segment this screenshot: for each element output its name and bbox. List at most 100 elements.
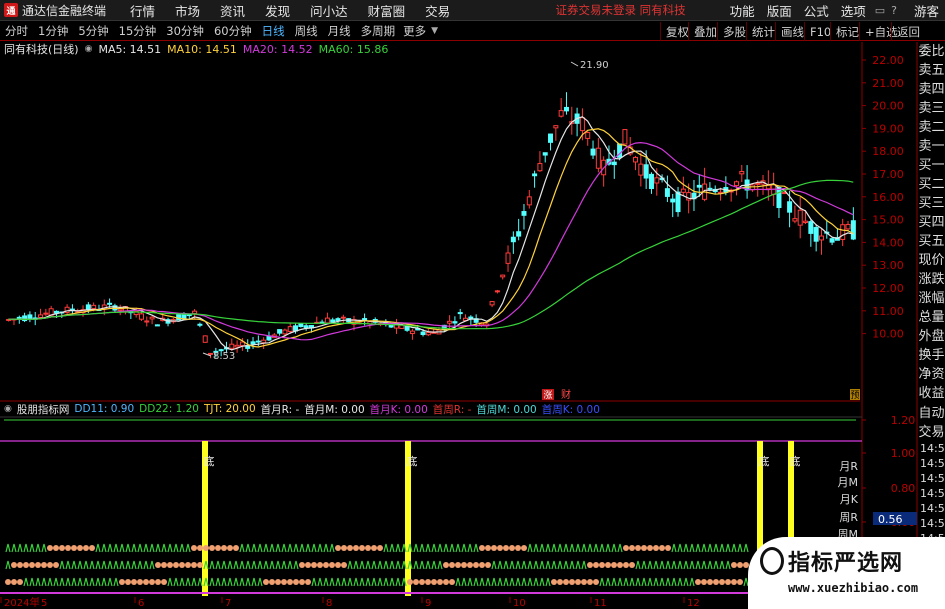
signal-dot (131, 579, 137, 585)
signal-tick (239, 560, 245, 570)
menu-item-news[interactable]: 资讯 (220, 1, 245, 20)
signal-tick (683, 543, 689, 553)
period-weekly[interactable]: 周线 (295, 23, 318, 39)
candle-body (64, 306, 70, 313)
menu-item-layout[interactable]: 版面 (767, 1, 792, 20)
menu-item-function[interactable]: 功能 (730, 1, 755, 20)
signal-tick (575, 560, 581, 570)
stock-terminal-window: { "menubar": { "app_title": "通达信金融终端", "… (0, 0, 945, 609)
signal-dot (299, 562, 305, 568)
menu-item-trade[interactable]: 交易 (425, 1, 450, 20)
candle-body (728, 189, 734, 193)
signal-dot (503, 545, 509, 551)
quote-label-15: 外盘 (918, 329, 945, 344)
signal-dot (707, 579, 713, 585)
candle-body (303, 325, 309, 329)
period-more[interactable]: 更多 (403, 23, 426, 39)
candle-body (133, 310, 139, 316)
candle-body (277, 329, 283, 334)
quote-label-3: 卖三 (918, 101, 945, 116)
candle-body (6, 318, 12, 321)
signal-tick (5, 560, 11, 570)
period-daily[interactable]: 日线 (262, 23, 285, 39)
auto-trade-label-0[interactable]: 自动 (918, 404, 945, 423)
period-15min[interactable]: 15分钟 (119, 23, 157, 39)
help-icon[interactable]: ? (891, 4, 897, 17)
indicator-toggle-icon-2[interactable]: ◉ (4, 404, 12, 414)
signal-tick (557, 543, 563, 553)
candle-body (11, 318, 17, 321)
indicator-name[interactable]: 股朋指标网 (17, 402, 70, 417)
quote-panel-2: 自动 交易 (918, 404, 945, 442)
signal-tick (323, 577, 329, 587)
candle-body (548, 133, 554, 143)
period-intraday[interactable]: 分时 (5, 23, 28, 39)
signal-dot (611, 562, 617, 568)
signal-tick (29, 577, 35, 587)
signal-tick (203, 577, 209, 587)
candle-body (378, 323, 384, 326)
signal-tick (671, 577, 677, 587)
signal-dot (737, 562, 743, 568)
candle-body (75, 311, 81, 314)
auto-trade-label-1[interactable]: 交易 (918, 423, 945, 442)
candle-body (138, 313, 144, 320)
menu-item-discover[interactable]: 发现 (265, 1, 290, 20)
menu-item-quotes[interactable]: 行情 (130, 1, 155, 20)
indicator-toggle-icon[interactable]: ◉ (85, 44, 93, 54)
time-label-5: 14:56 (920, 517, 945, 530)
more-dropdown-icon[interactable]: ▼ (431, 26, 438, 36)
signal-tick (593, 543, 599, 553)
signal-tick (263, 543, 269, 553)
stock-label[interactable]: 同有科技(日线) (4, 41, 79, 57)
signal-dot (443, 579, 449, 585)
menu-item-formula[interactable]: 公式 (804, 1, 829, 20)
signal-dot (23, 562, 29, 568)
user-label[interactable]: 游客 (914, 1, 939, 20)
signal-tick (395, 560, 401, 570)
signal-tick (683, 577, 689, 587)
menu-item-options[interactable]: 选项 (841, 1, 866, 20)
signal-tick (587, 543, 593, 553)
signal-dot (443, 562, 449, 568)
signal-tick (743, 543, 749, 553)
x-axis-label: 7 (225, 598, 231, 609)
period-60min[interactable]: 60分钟 (214, 23, 252, 39)
signal-tick (509, 560, 515, 570)
signal-tick (533, 577, 539, 587)
signal-tick (263, 560, 269, 570)
signal-tick (71, 577, 77, 587)
signal-tick (167, 543, 173, 553)
signal-tick (353, 577, 359, 587)
candle-body (271, 334, 277, 339)
signal-tick (521, 577, 527, 587)
period-30min[interactable]: 30分钟 (166, 23, 204, 39)
period-monthly[interactable]: 月线 (328, 23, 351, 39)
quote-label-4: 卖二 (918, 120, 945, 135)
period-1min[interactable]: 1分钟 (38, 23, 68, 39)
signal-tick (677, 543, 683, 553)
candle-body (478, 322, 484, 326)
signal-dot (305, 562, 311, 568)
candle-body (840, 224, 846, 240)
ma5-line (8, 116, 854, 351)
back-button[interactable]: 返回 (891, 22, 925, 41)
signal-tick (713, 543, 719, 553)
menu-item-market[interactable]: 市场 (175, 1, 200, 20)
period-5min[interactable]: 5分钟 (78, 23, 108, 39)
signal-tick (101, 577, 107, 587)
menu-item-wealth[interactable]: 财富圈 (368, 1, 406, 20)
signal-tick (539, 577, 545, 587)
menu-item-ask[interactable]: 问小达 (310, 1, 348, 20)
y-tick-label: 13.00 (872, 259, 904, 272)
candle-body (702, 183, 708, 200)
signal-dot (323, 562, 329, 568)
window-icon[interactable]: ▭ (875, 4, 885, 17)
signal-tick (299, 543, 305, 553)
login-warning[interactable]: 证券交易未登录 同有科技 (556, 2, 686, 18)
signal-dot (197, 562, 203, 568)
signal-tick (179, 543, 185, 553)
signal-tick (605, 577, 611, 587)
period-multi[interactable]: 多周期 (361, 23, 396, 39)
signal-dot (413, 579, 419, 585)
